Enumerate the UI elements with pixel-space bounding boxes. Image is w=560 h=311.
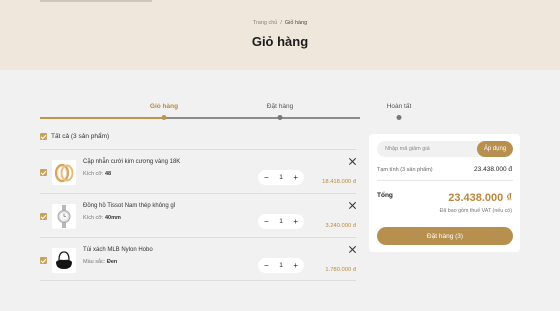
cart-item: Cặp nhẫn cưới kim cương vàng 18K Kích cỡ… (40, 149, 356, 193)
select-all[interactable]: Tất cả (3 sản phẩm) (40, 133, 109, 140)
quantity-stepper: − 1 + (258, 214, 304, 229)
progress-track-active (40, 116, 164, 119)
step-cart-dot (161, 115, 167, 120)
item-meta-label: Màu sắc: (83, 259, 106, 265)
select-all-checkbox[interactable] (40, 133, 47, 140)
breadcrumb: Trang chủ / Giỏ hàng (0, 20, 560, 26)
item-meta-label: Kích cỡ: (83, 171, 104, 177)
quantity-value[interactable]: 1 (279, 262, 283, 269)
item-price: 1.780.000 đ (325, 267, 356, 273)
step-order: Đặt hàng (266, 103, 294, 110)
total-label: Tổng (377, 192, 393, 199)
item-checkbox[interactable] (40, 169, 47, 176)
checkout-progress: Giỏ hàng Đặt hàng Hoàn tất (40, 100, 411, 120)
subtotal-value: 23.438.000 đ (474, 166, 512, 173)
quantity-stepper: − 1 + (258, 258, 304, 273)
item-meta: Kích cỡ: 40mm (83, 215, 121, 221)
item-checkbox[interactable] (40, 257, 47, 264)
quantity-stepper: − 1 + (258, 170, 304, 185)
step-complete: Hoàn tất (386, 103, 412, 110)
item-price: 3.240.000 đ (325, 223, 356, 229)
item-meta: Kích cỡ: 48 (83, 171, 111, 177)
summary-divider (377, 180, 513, 181)
close-icon[interactable] (348, 201, 356, 209)
vat-note: Đã bao gồm thuế VAT (nếu có) (439, 208, 512, 214)
handbag-icon[interactable] (52, 248, 76, 273)
close-icon[interactable] (348, 245, 356, 253)
step-complete-dot (396, 115, 402, 120)
close-icon[interactable] (348, 157, 356, 165)
coupon-form: Áp dụng (377, 141, 513, 157)
breadcrumb-current: Giỏ hàng (284, 20, 308, 26)
item-name[interactable]: Đồng hồ Tissot Nam thép không gỉ (83, 203, 175, 209)
quantity-value[interactable]: 1 (279, 218, 283, 225)
step-cart: Giỏ hàng (149, 103, 179, 110)
increase-button[interactable]: + (293, 217, 298, 226)
item-meta-value: Đen (106, 259, 118, 265)
checkout-button[interactable]: Đặt hàng (3) (377, 227, 513, 245)
header-strip (40, 0, 152, 2)
item-name[interactable]: Túi xách MLB Nylon Hobo (83, 247, 153, 253)
total-value: 23.438.000 ₫ (448, 192, 512, 204)
page-title: Giỏ hàng (251, 34, 309, 49)
subtotal-label: Tạm tính (3 sản phẩm) (377, 167, 433, 173)
order-summary: Áp dụng Tạm tính (3 sản phẩm) 23.438.000… (369, 134, 520, 252)
step-order-dot (277, 115, 283, 120)
cart-item-list: Cặp nhẫn cưới kim cương vàng 18K Kích cỡ… (40, 149, 356, 281)
item-checkbox[interactable] (40, 213, 47, 220)
cart-item: Đồng hồ Tissot Nam thép không gỉ Kích cỡ… (40, 193, 356, 237)
page-hero: Trang chủ / Giỏ hàng Giỏ hàng (0, 0, 560, 70)
increase-button[interactable]: + (293, 173, 298, 182)
watch-icon[interactable] (52, 204, 76, 229)
breadcrumb-separator: / (280, 20, 282, 26)
quantity-value[interactable]: 1 (279, 174, 283, 181)
decrease-button[interactable]: − (264, 217, 269, 226)
decrease-button[interactable]: − (264, 261, 269, 270)
apply-coupon-button[interactable]: Áp dụng (477, 141, 513, 157)
breadcrumb-home-link[interactable]: Trang chủ (253, 20, 278, 26)
increase-button[interactable]: + (293, 261, 298, 270)
cart-item: Túi xách MLB Nylon Hobo Màu sắc: Đen − 1… (40, 237, 356, 281)
select-all-label: Tất cả (3 sản phẩm) (51, 133, 110, 140)
item-meta-label: Kích cỡ: (83, 215, 104, 221)
coupon-input[interactable] (377, 141, 477, 157)
item-price: 18.418.000 đ (322, 179, 356, 185)
item-meta: Màu sắc: Đen (83, 259, 117, 265)
item-name[interactable]: Cặp nhẫn cưới kim cương vàng 18K (83, 159, 180, 165)
decrease-button[interactable]: − (264, 173, 269, 182)
item-meta-value: 40mm (104, 215, 121, 221)
item-meta-value: 48 (104, 171, 112, 177)
rings-icon[interactable] (52, 160, 76, 185)
